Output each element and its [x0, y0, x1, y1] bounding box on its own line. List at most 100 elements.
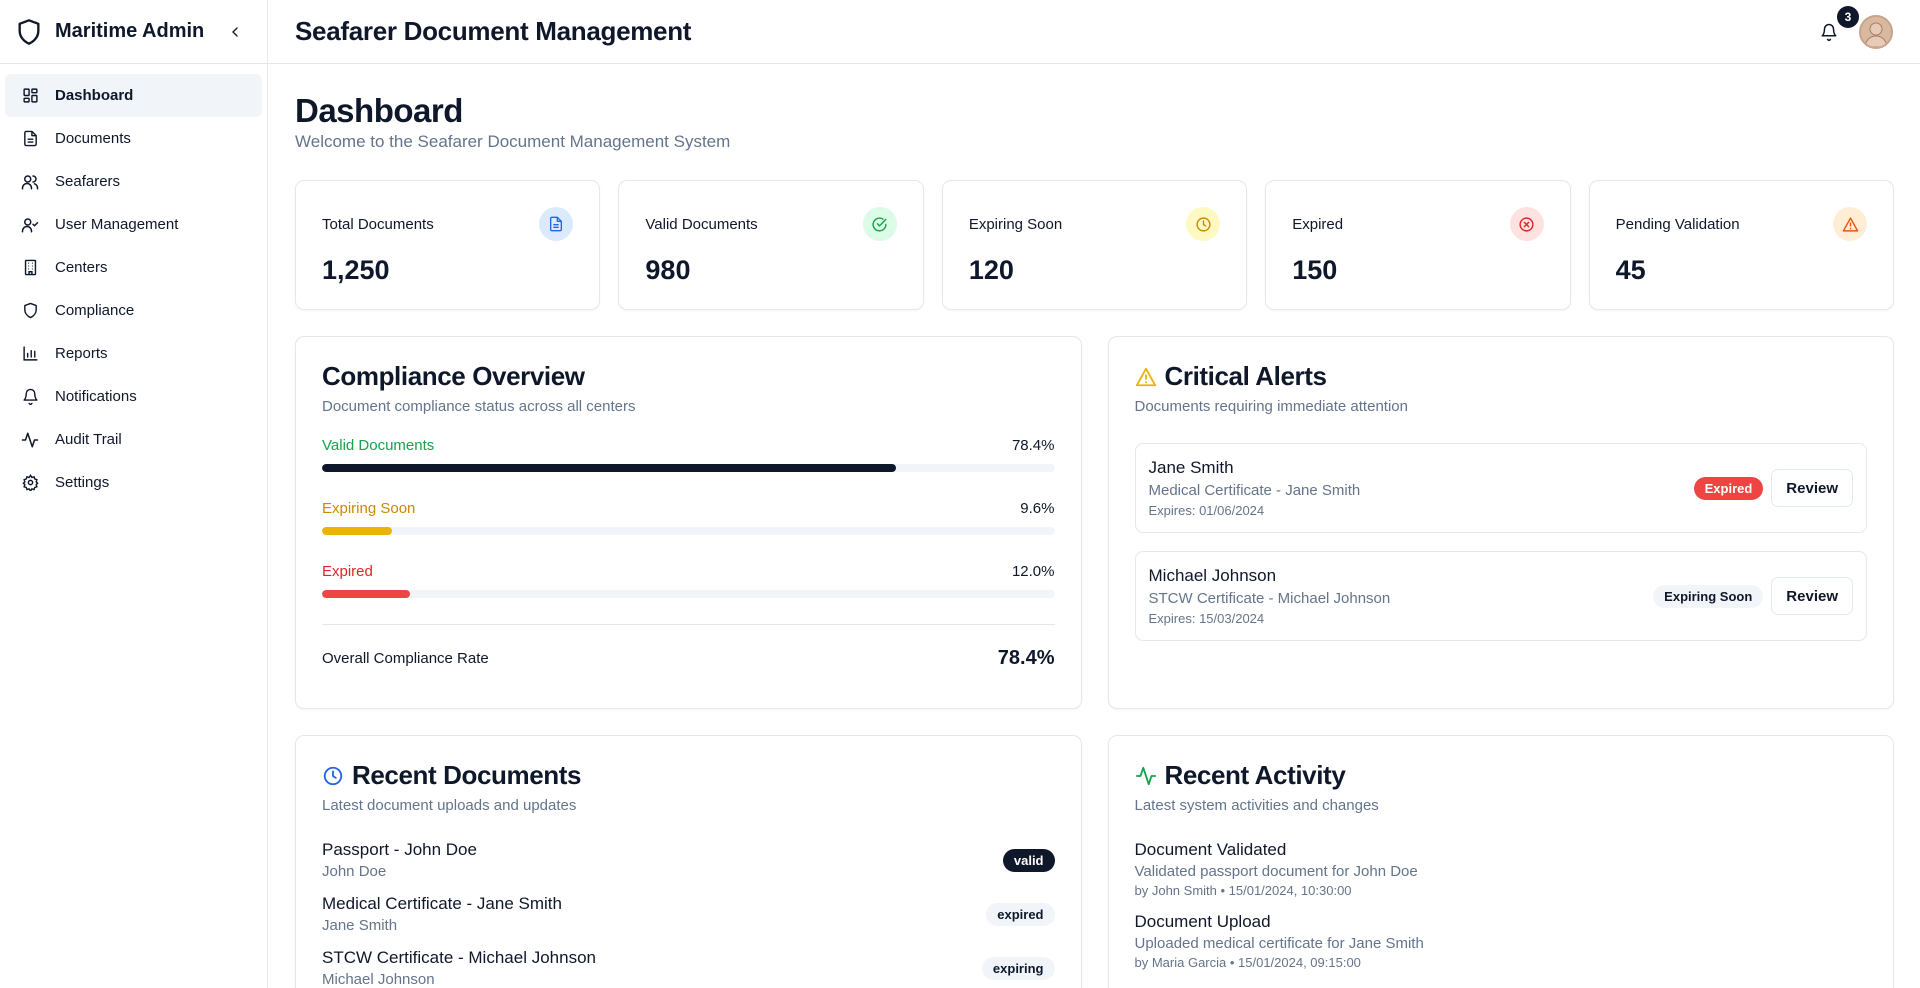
status-badge: expiring — [981, 956, 1055, 980]
recent-activity-card: Recent Activity Latest system activities… — [1107, 735, 1894, 988]
stat-value: 45 — [1615, 255, 1646, 285]
sidebar-item-notifications[interactable]: Notifications — [5, 375, 262, 418]
list-item[interactable]: STCW Certificate - Michael Johnson Michae… — [322, 948, 1055, 988]
status-badge: valid — [1002, 848, 1055, 872]
sidebar-item-label: Settings — [55, 474, 110, 491]
stat-card-valid-documents: Valid Documents 980 — [618, 180, 924, 310]
user-check-icon — [21, 216, 39, 234]
status-badge: expired — [986, 902, 1055, 926]
progress-fill — [322, 527, 393, 535]
sidebar-nav: Dashboard Documents Seafarers User Manag… — [0, 64, 267, 514]
progress-label: Valid Documents — [322, 437, 435, 454]
list-item[interactable]: Passport - John Doe John Doe valid — [322, 840, 1055, 880]
compliance-overview-card: Compliance Overview Document compliance … — [295, 336, 1082, 709]
recent-documents-title: Recent Documents — [352, 760, 582, 790]
collapse-sidebar-icon[interactable] — [223, 20, 247, 44]
progress-fill — [322, 590, 410, 598]
overall-value: 78.4% — [997, 647, 1055, 669]
sidebar-item-centers[interactable]: Centers — [5, 246, 262, 289]
critical-alerts-card: Critical Alerts Documents requiring imme… — [1107, 336, 1894, 709]
alerts-subtitle: Documents requiring immediate attention — [1134, 398, 1408, 415]
alerts-title: Critical Alerts — [1164, 361, 1328, 391]
stat-label: Expiring Soon — [968, 215, 1063, 233]
activity-title: Document Validated — [1134, 840, 1287, 859]
sidebar-item-dashboard[interactable]: Dashboard — [5, 74, 262, 117]
stat-value: 1,250 — [322, 255, 390, 285]
warning-icon — [1135, 366, 1157, 388]
sidebar-item-label: Reports — [55, 345, 108, 362]
progress-percent: 12.0% — [1011, 563, 1055, 580]
sidebar-item-label: Audit Trail — [55, 431, 122, 448]
compliance-title: Compliance Overview — [322, 361, 585, 391]
bell-icon — [1821, 23, 1837, 41]
dashboard-title: Dashboard — [295, 92, 463, 129]
alert-expiry: Expires: 01/06/2024 — [1148, 503, 1265, 518]
sidebar-item-label: Compliance — [55, 302, 135, 319]
sidebar-item-compliance[interactable]: Compliance — [5, 289, 262, 332]
sidebar-item-label: Notifications — [55, 388, 137, 405]
sidebar-item-label: Centers — [55, 259, 108, 276]
progress-track — [322, 527, 1055, 535]
stat-value: 120 — [968, 255, 1014, 285]
activity-icon — [1135, 765, 1157, 787]
alert-document: Medical Certificate - Jane Smith — [1148, 482, 1361, 499]
recent-row: Recent Documents Latest document uploads… — [295, 735, 1894, 988]
review-button[interactable]: Review — [1771, 577, 1853, 615]
bar-chart-icon — [21, 345, 39, 363]
page-title: Seafarer Document Management — [295, 16, 692, 46]
stat-value: 980 — [645, 255, 691, 285]
alert-expiry: Expires: 15/03/2024 — [1148, 611, 1265, 626]
stat-label: Total Documents — [322, 215, 434, 233]
gear-icon — [21, 474, 39, 492]
sidebar-item-audit-trail[interactable]: Audit Trail — [5, 418, 262, 461]
stats-row: Total Documents 1,250 Valid Documents 98… — [295, 180, 1895, 310]
x-circle-icon — [1509, 207, 1544, 241]
sidebar-item-label: Seafarers — [55, 173, 121, 190]
recent-activity-subtitle: Latest system activities and changes — [1134, 797, 1379, 814]
stat-label: Pending Validation — [1615, 215, 1740, 233]
progress-fill — [322, 464, 897, 472]
activity-title: Document Upload — [1134, 912, 1271, 931]
activity-meta: by John Smith • 15/01/2024, 10:30:00 — [1134, 883, 1352, 898]
top-bar: Seafarer Document Management 3 — [268, 0, 1920, 64]
activity-description: Uploaded medical certificate for Jane Sm… — [1134, 935, 1424, 952]
recent-documents-subtitle: Latest document uploads and updates — [322, 797, 577, 814]
progress-track — [322, 590, 1055, 598]
sidebar-item-seafarers[interactable]: Seafarers — [5, 160, 262, 203]
check-circle-icon — [862, 207, 897, 241]
compliance-subtitle: Document compliance status across all ce… — [322, 398, 636, 415]
review-button[interactable]: Review — [1771, 469, 1853, 507]
alert-document: STCW Certificate - Michael Johnson — [1148, 590, 1391, 607]
status-badge: Expiring Soon — [1653, 584, 1764, 608]
recent-activity-list: Document Validated Validated passport do… — [1135, 840, 1868, 970]
sidebar-item-documents[interactable]: Documents — [5, 117, 262, 160]
sidebar-item-settings[interactable]: Settings — [5, 461, 262, 504]
notifications-button[interactable]: 3 — [1815, 5, 1859, 46]
stat-card-total-documents: Total Documents 1,250 — [295, 180, 601, 310]
document-owner: Jane Smith — [322, 917, 398, 934]
stat-card-expiring-soon: Expiring Soon 120 — [941, 180, 1248, 310]
alert-name: Michael Johnson — [1148, 566, 1277, 585]
dashboard-icon — [21, 87, 39, 105]
stat-value: 150 — [1292, 255, 1338, 285]
avatar[interactable] — [1859, 14, 1893, 49]
sidebar-item-label: Dashboard — [55, 87, 134, 104]
notification-count-badge: 3 — [1837, 5, 1859, 28]
overall-compliance: Overall Compliance Rate 78.4% — [322, 624, 1055, 670]
overview-row: Compliance Overview Document compliance … — [295, 336, 1894, 709]
list-item: Document Validated Validated passport do… — [1135, 840, 1868, 898]
progress-label: Expiring Soon — [322, 500, 416, 517]
progress-label: Expired — [322, 563, 373, 580]
stat-card-expired: Expired 150 — [1265, 180, 1571, 310]
sidebar-item-user-management[interactable]: User Management — [5, 203, 262, 246]
activity-description: Validated passport document for John Doe — [1134, 863, 1418, 880]
clock-icon — [322, 765, 344, 787]
bell-icon — [21, 388, 39, 406]
warning-icon — [1833, 207, 1868, 241]
recent-activity-title: Recent Activity — [1164, 760, 1346, 790]
stat-label: Expired — [1292, 215, 1344, 233]
alert-item: Jane Smith Medical Certificate - Jane Sm… — [1134, 443, 1867, 533]
sidebar-item-label: Documents — [55, 130, 131, 147]
sidebar-item-reports[interactable]: Reports — [5, 332, 262, 375]
list-item[interactable]: Medical Certificate - Jane Smith Jane Smi… — [322, 894, 1055, 934]
